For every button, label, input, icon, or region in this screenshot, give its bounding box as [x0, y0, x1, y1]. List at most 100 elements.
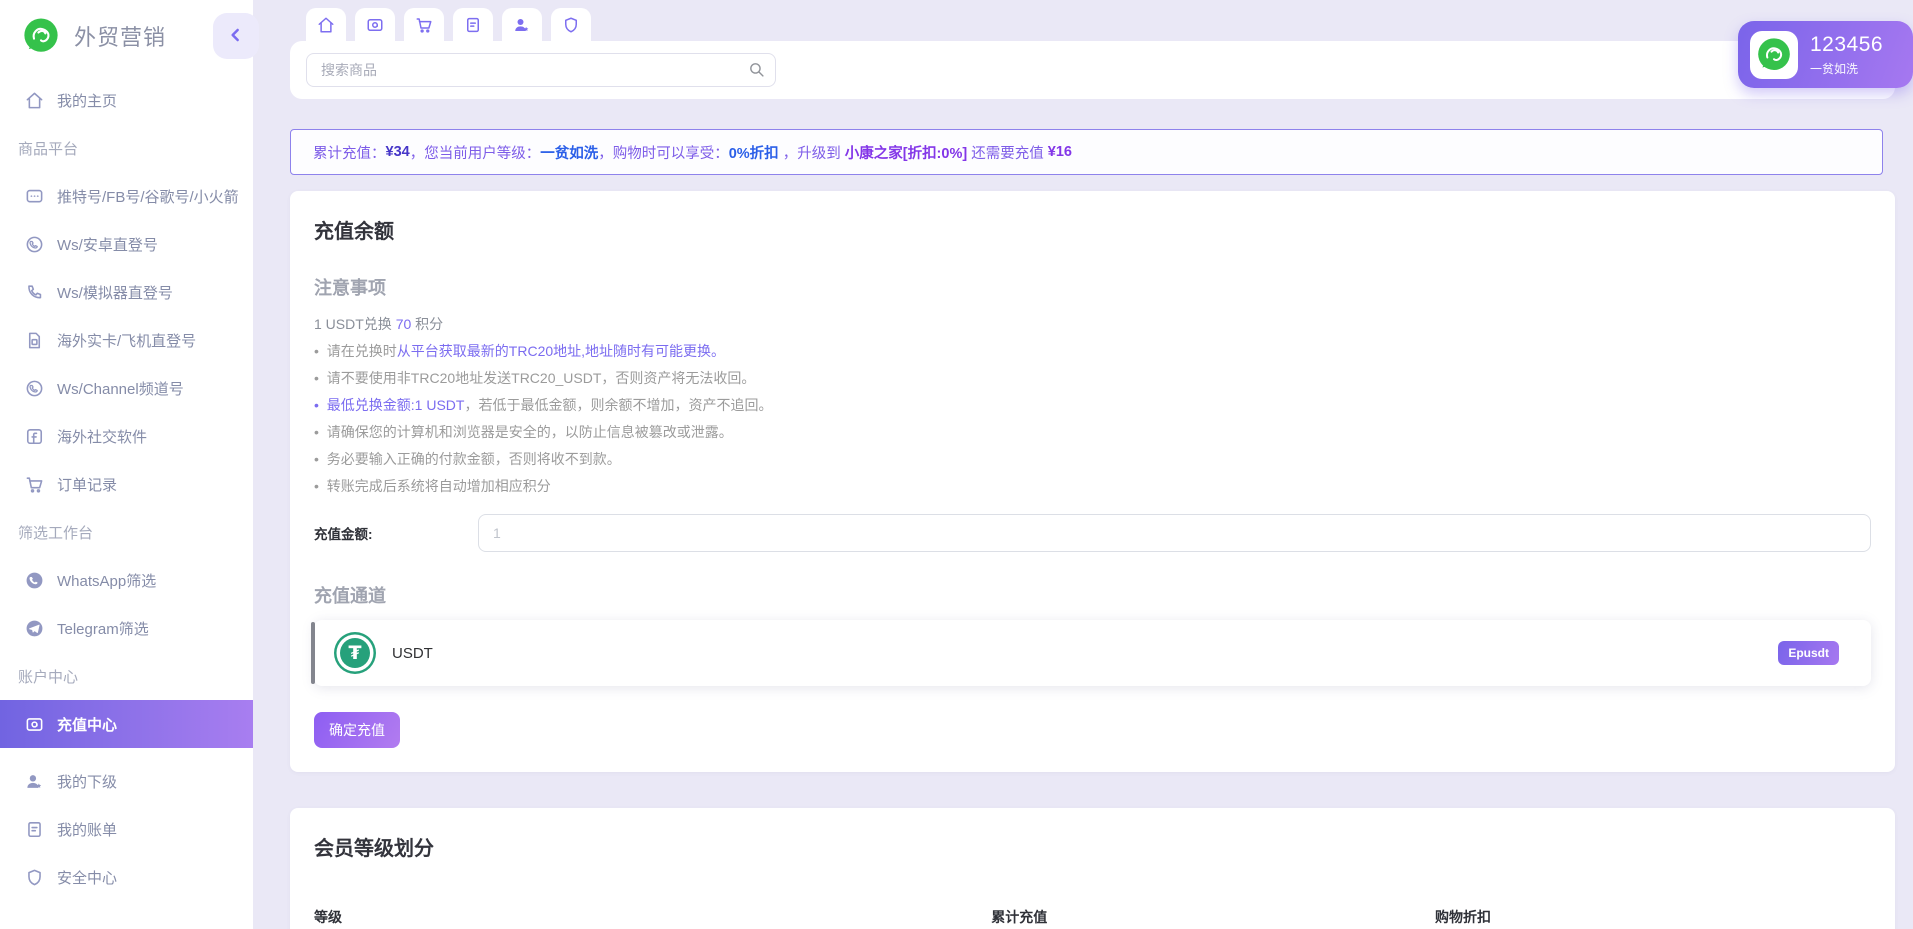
bullet-icon: • [314, 451, 323, 467]
note-text: 务必要输入正确的付款金额，否则将收不到款。 [327, 451, 621, 467]
sidebar-item-label: 安全中心 [57, 867, 117, 888]
sidebar-item-label: 订单记录 [57, 474, 117, 495]
whatsapp-icon [24, 378, 44, 398]
tab-security[interactable] [551, 8, 591, 48]
sidebar-item-label: Ws/Channel频道号 [57, 378, 184, 399]
confirm-recharge-button[interactable]: 确定充值 [314, 712, 400, 748]
sidebar-item-overseas-sim[interactable]: 海外实卡/飞机直登号 [0, 316, 253, 364]
shield-icon [24, 867, 44, 887]
channel-option-usdt[interactable]: ₮ USDT Epusdt [314, 620, 1871, 686]
sidebar-item-label: Telegram筛选 [57, 618, 149, 639]
app-logo-icon [20, 15, 62, 57]
sidebar-item-subordinates[interactable]: 我的下级 [0, 757, 253, 805]
home-icon [317, 16, 335, 34]
note-link[interactable]: 最低兑换金额:1 USDT [327, 397, 465, 413]
user-star-icon [513, 16, 531, 34]
search-box [306, 53, 776, 87]
sidebar-item-label: Ws/安卓直登号 [57, 234, 158, 255]
note-text: 请在兑换时 [327, 343, 397, 359]
note-item: • 转账完成后系统将自动增加相应积分 [314, 473, 1871, 500]
sidebar-item-ws-android[interactable]: Ws/安卓直登号 [0, 220, 253, 268]
note-item: • 务必要输入正确的付款金额，否则将收不到款。 [314, 446, 1871, 473]
col-level: 等级 [314, 907, 991, 927]
avatar [1750, 31, 1798, 79]
channel-name: USDT [392, 645, 433, 662]
recharge-card: 充值余额 注意事项 1 USDT兑换 70 积分 • 请在兑换时从平台获取最新的… [290, 191, 1895, 772]
sidebar-item-social-accounts[interactable]: 推特号/FB号/谷歌号/小火箭 [0, 172, 253, 220]
exchange-rate-line: 1 USDT兑换 70 积分 [314, 314, 1871, 334]
wallet-icon [24, 714, 44, 734]
alert-text-segment: ，您当前用户等级： [410, 142, 541, 163]
col-discount: 购物折扣 [1435, 907, 1871, 927]
notes-title: 注意事项 [314, 274, 1871, 300]
alert-text-segment: ¥34 [386, 144, 410, 160]
home-icon [24, 90, 44, 110]
note-text: 转账完成后系统将自动增加相应积分 [327, 478, 551, 494]
bullet-icon: • [314, 478, 323, 494]
sidebar-section-label: 账户中心 [0, 652, 253, 700]
sidebar-item-overseas-social[interactable]: 海外社交软件 [0, 412, 253, 460]
tab-bills[interactable] [453, 8, 493, 48]
cart-icon [24, 474, 44, 494]
shield-icon [562, 16, 580, 34]
main-area: 123456 一贫如洗 累计充值：¥34，您当前用户等级： 一贫如洗 ，购物时可以享… [253, 0, 1913, 929]
sidebar-item-label: 推特号/FB号/谷歌号/小火箭 [57, 186, 239, 207]
alert-text-segment: 累计充值： [313, 142, 386, 163]
sidebar-collapse-button[interactable] [213, 13, 259, 59]
sidebar-item-order-history[interactable]: 订单记录 [0, 460, 253, 508]
whatsapp-icon [24, 234, 44, 254]
sidebar-item-ws-channel[interactable]: Ws/Channel频道号 [0, 364, 253, 412]
tab-home[interactable] [306, 8, 346, 48]
note-text: ，若低于最低金额，则余额不增加，资产不追回。 [464, 397, 772, 413]
tab-subordinates[interactable] [502, 8, 542, 48]
amount-input[interactable] [478, 514, 1871, 552]
sidebar-item-label: 我的下级 [57, 771, 117, 792]
amount-row: 充值金额: [314, 514, 1871, 552]
note-item: • 请在兑换时从平台获取最新的TRC20地址,地址随时有可能更换。 [314, 338, 1871, 365]
user-meta: 123456 一贫如洗 [1810, 33, 1883, 77]
user-star-icon [24, 771, 44, 791]
alert-text-segment: ，购物时可以享受： [598, 142, 729, 163]
user-name: 123456 [1810, 33, 1883, 57]
sidebar-item-ws-emulator[interactable]: Ws/模拟器直登号 [0, 268, 253, 316]
sidebar-item-whatsapp-filter[interactable]: WhatsApp筛选 [0, 556, 253, 604]
facebook-icon [24, 426, 44, 446]
whatsapp-filled-icon [24, 570, 44, 590]
exchange-suffix: 积分 [411, 316, 443, 332]
sidebar-item-label: 充值中心 [57, 714, 117, 735]
amount-label: 充值金额: [314, 523, 478, 543]
sidebar-item-label: 我的主页 [57, 90, 117, 111]
sidebar-item-label: 海外实卡/飞机直登号 [57, 330, 196, 351]
sidebar-item-recharge-center[interactable]: 充值中心 [0, 700, 253, 748]
tab-orders[interactable] [404, 8, 444, 48]
sidebar-item-security-center[interactable]: 安全中心 [0, 853, 253, 901]
sim-icon [24, 330, 44, 350]
note-text: 请不要使用非TRC20地址发送TRC20_USDT，否则资产将无法收回。 [327, 370, 756, 386]
alert-text-segment: 还需要充值 [967, 142, 1048, 163]
note-link[interactable]: 从平台获取最新的TRC20地址,地址随时有可能更换。 [397, 343, 725, 359]
avatar-logo-icon [1754, 35, 1794, 75]
search-panel [290, 41, 1895, 99]
sidebar-item-label: 我的账单 [57, 819, 117, 840]
chevron-left-icon [226, 25, 246, 48]
sidebar-nav: 我的主页商品平台推特号/FB号/谷歌号/小火箭Ws/安卓直登号Ws/模拟器直登号… [0, 72, 253, 901]
note-item: • 请不要使用非TRC20地址发送TRC20_USDT，否则资产将无法收回。 [314, 365, 1871, 392]
phone-icon [24, 282, 44, 302]
search-input[interactable] [306, 53, 776, 87]
document-icon [24, 819, 44, 839]
bullet-icon: • [314, 424, 323, 440]
channel-title: 充值通道 [314, 582, 1871, 608]
notes-list: • 请在兑换时从平台获取最新的TRC20地址,地址随时有可能更换。• 请不要使用… [314, 338, 1871, 500]
tab-recharge[interactable] [355, 8, 395, 48]
sidebar-item-label: 海外社交软件 [57, 426, 147, 447]
alert-text-segment: 0%折扣 [729, 142, 779, 163]
exchange-value: 70 [396, 316, 412, 332]
levels-table: 等级 累计充值 购物折扣 LV1一贫如洗¥00% [314, 907, 1871, 929]
sidebar-item-home[interactable]: 我的主页 [0, 76, 253, 124]
search-icon[interactable] [748, 61, 765, 78]
sidebar-item-telegram-filter[interactable]: Telegram筛选 [0, 604, 253, 652]
user-level: 一贫如洗 [1810, 60, 1883, 77]
col-recharge: 累计充值 [991, 907, 1435, 927]
sidebar-item-bills[interactable]: 我的账单 [0, 805, 253, 853]
user-badge[interactable]: 123456 一贫如洗 [1738, 21, 1913, 88]
